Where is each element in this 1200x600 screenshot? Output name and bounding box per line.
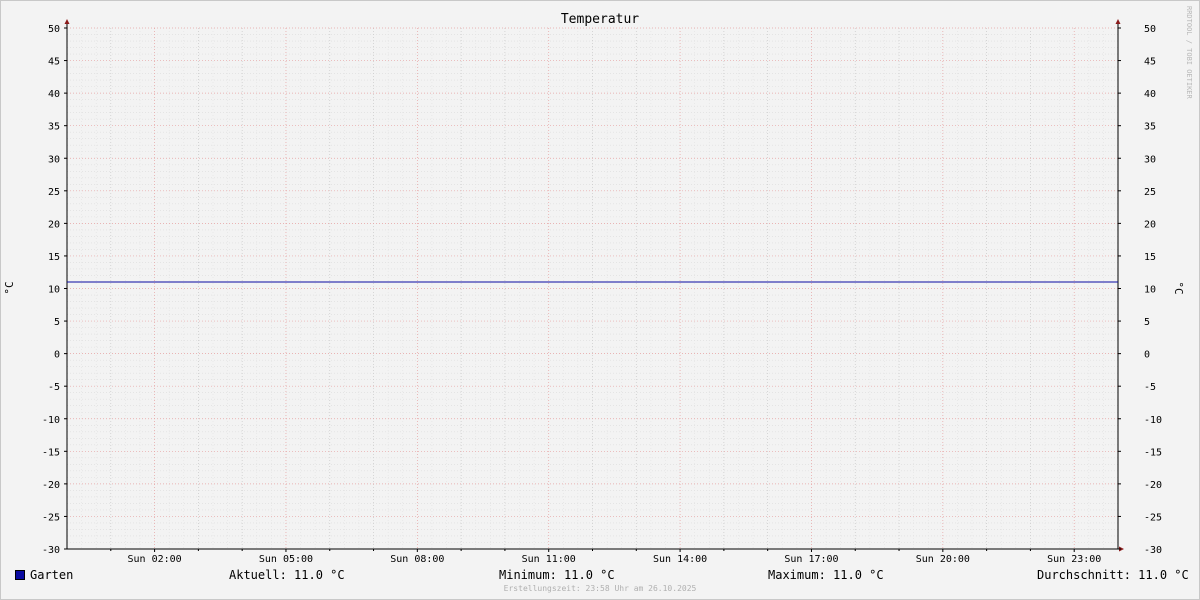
y-tick-label-left: 45 [48, 57, 60, 68]
creation-time-footer: Erstellungszeit: 23:58 Uhr am 26.10.2025 [503, 584, 697, 593]
legend-minimum: Minimum: 11.0 °C [499, 568, 615, 582]
y-axis-label-left: °C [3, 281, 16, 294]
legend-swatch-garten [15, 570, 25, 580]
y-tick-label-left: 20 [48, 219, 60, 230]
y-tick-label-right: 25 [1144, 187, 1156, 198]
y-tick-label-left: -10 [42, 415, 60, 426]
x-tick-label: Sun 02:00 [127, 554, 181, 565]
x-tick-label: Sun 23:00 [1047, 554, 1101, 565]
y-tick-label-left: -5 [48, 382, 60, 393]
y-tick-label-left: 50 [48, 24, 60, 35]
x-tick-label: Sun 20:00 [916, 554, 970, 565]
y-axis-right-arrow [1115, 19, 1121, 24]
x-tick-label: Sun 14:00 [653, 554, 707, 565]
y-tick-label-left: 25 [48, 187, 60, 198]
y-tick-label-right: 30 [1144, 154, 1156, 165]
axes [64, 19, 1124, 552]
chart-title: Temperatur [561, 12, 639, 27]
x-tick-label: Sun 17:00 [784, 554, 838, 565]
watermark: RRDTOOL / TOBI OETIKER [1185, 6, 1193, 100]
y-tick-label-left: 40 [48, 89, 60, 100]
x-tick-label: Sun 05:00 [259, 554, 313, 565]
x-tick-label: Sun 08:00 [390, 554, 444, 565]
y-tick-label-right: -10 [1144, 415, 1162, 426]
grid-lines [66, 27, 1119, 550]
y-tick-label-left: 10 [48, 285, 60, 296]
y-tick-label-right: 45 [1144, 57, 1156, 68]
y-tick-label-right: 40 [1144, 89, 1156, 100]
y-tick-label-right: 10 [1144, 285, 1156, 296]
y-tick-label-left: 5 [54, 317, 60, 328]
temperature-chart: -30 -30 -25 -25 -20 -20 -15 -15 -10 -10 -5 -5 0 0 5 5 10… [3, 6, 1193, 565]
y-tick-label-left: 0 [54, 350, 60, 361]
legend-current: Aktuell: 11.0 °C [229, 568, 345, 582]
legend-average: Durchschnitt: 11.0 °C [1037, 568, 1189, 582]
y-axis-left-arrow [64, 19, 70, 24]
x-tick-label: Sun 11:00 [522, 554, 576, 565]
y-tick-label-right: 35 [1144, 122, 1156, 133]
y-tick-label-right: 20 [1144, 219, 1156, 230]
y-axis-label-right: °C [1172, 281, 1185, 294]
y-tick-label-right: 5 [1144, 317, 1150, 328]
legend-row: Garten Aktuell: 11.0 °C Minimum: 11.0 °C… [0, 567, 1200, 585]
y-tick-label-right: -25 [1144, 512, 1162, 523]
y-tick-label-left: -20 [42, 480, 60, 491]
y-tick-label-right: -30 [1144, 545, 1162, 556]
y-tick-label-right: 50 [1144, 24, 1156, 35]
y-tick-label-left: -25 [42, 512, 60, 523]
y-tick-label-left: -15 [42, 447, 60, 458]
y-tick-label-left: 15 [48, 252, 60, 263]
legend-maximum: Maximum: 11.0 °C [768, 568, 884, 582]
legend-series-name: Garten [30, 568, 74, 582]
y-tick-label-right: -15 [1144, 447, 1162, 458]
y-tick-label-right: 0 [1144, 350, 1150, 361]
y-tick-label-right: 15 [1144, 252, 1156, 263]
y-tick-label-right: -5 [1144, 382, 1156, 393]
y-tick-label-left: 30 [48, 154, 60, 165]
y-tick-label-right: -20 [1144, 480, 1162, 491]
y-tick-label-left: 35 [48, 122, 60, 133]
y-tick-label-left: -30 [42, 545, 60, 556]
